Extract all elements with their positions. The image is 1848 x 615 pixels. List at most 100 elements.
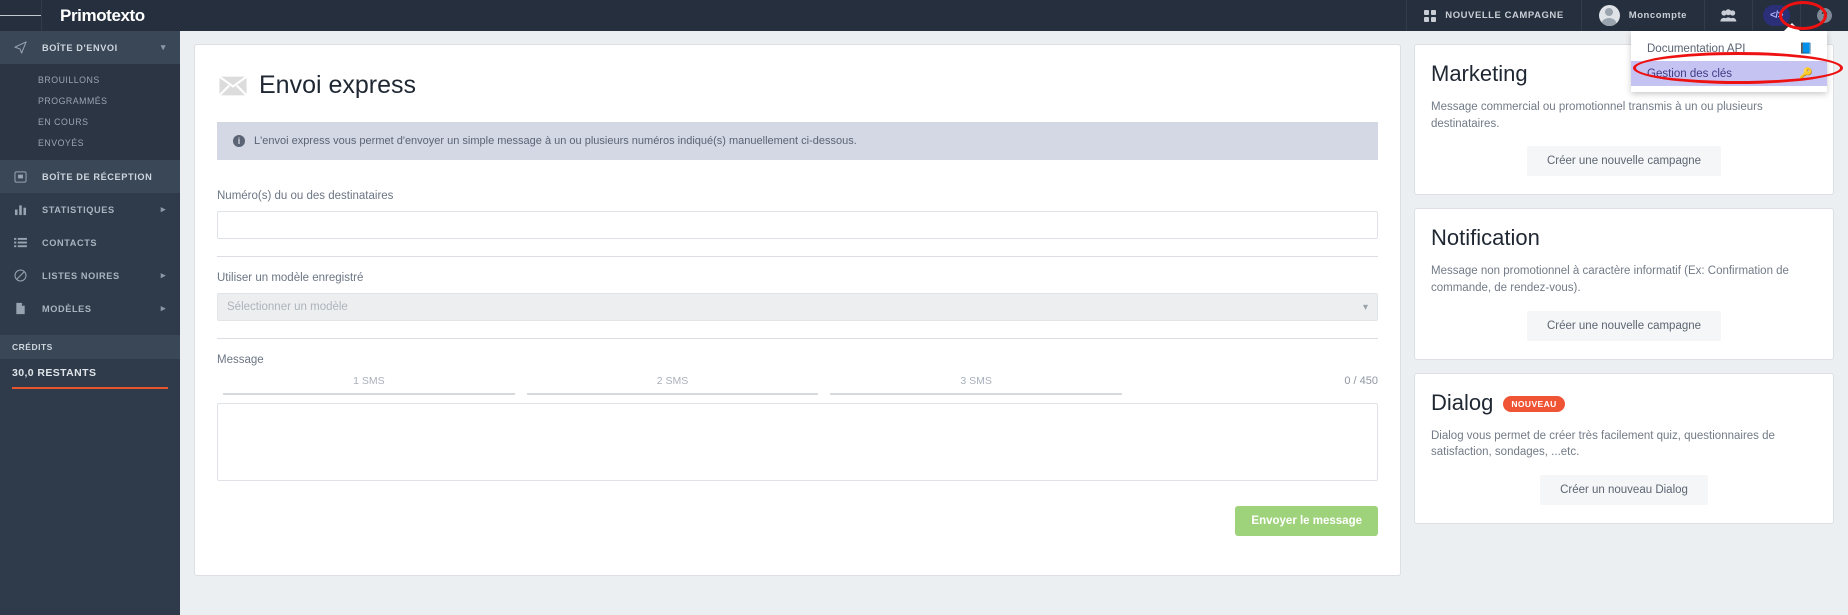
help-button[interactable]: ?	[1800, 0, 1848, 31]
marketing-card-description: Message commercial ou promotionnel trans…	[1431, 101, 1763, 130]
sidebar-item-boite-de-reception[interactable]: BOÎTE DE RÉCEPTION	[0, 160, 180, 193]
sms-segment-bar	[526, 393, 819, 395]
send-message-button[interactable]: Envoyer le message	[1235, 506, 1378, 536]
sms-segment-label: 3 SMS	[960, 375, 992, 387]
card-title-text: Marketing	[1431, 61, 1528, 86]
sidebar-item-listes-noires[interactable]: LISTES NOIRES ▸	[0, 259, 180, 292]
create-marketing-campaign-button[interactable]: Créer une nouvelle campagne	[1526, 146, 1722, 177]
sidebar-item-boite-denvoi[interactable]: BOÎTE D'ENVOI ▾	[0, 31, 180, 64]
divider	[217, 338, 1378, 339]
notification-card-title: Notification	[1431, 225, 1817, 251]
envelope-icon	[219, 75, 247, 96]
grid-icon	[1424, 9, 1437, 22]
sidebar-item-brouillons[interactable]: BROUILLONS	[0, 69, 180, 90]
create-notification-campaign-button[interactable]: Créer une nouvelle campagne	[1526, 310, 1722, 341]
dialog-card-title: Dialog NOUVEAU	[1431, 390, 1817, 416]
group-icon	[1720, 9, 1737, 22]
inbox-icon	[14, 170, 27, 183]
sidebar-item-contacts[interactable]: CONTACTS	[0, 226, 180, 259]
chevron-right-icon: ▸	[160, 270, 166, 280]
new-campaign-label: NOUVELLE CAMPAGNE	[1445, 10, 1564, 21]
book-icon: 📘	[1799, 43, 1813, 55]
create-dialog-button[interactable]: Créer un nouveau Dialog	[1540, 475, 1708, 506]
template-field-group: Utiliser un modèle enregistré Sélectionn…	[217, 272, 1378, 321]
marketing-card-actions: Créer une nouvelle campagne	[1431, 146, 1817, 177]
key-icon: 🔑	[1799, 68, 1813, 80]
contacts-icon[interactable]	[1704, 0, 1752, 31]
menu-item-label: Documentation API	[1647, 42, 1746, 55]
right-sidebar: Marketing Message commercial ou promotio…	[1414, 44, 1834, 602]
divider	[217, 256, 1378, 257]
sms-segment-meter: 1 SMS 2 SMS 3 SMS 0 / 450	[217, 375, 1378, 395]
hamburger-icon[interactable]	[0, 0, 42, 31]
top-bar: Primotexto NOUVELLE CAMPAGNE Moncompte <…	[0, 0, 1848, 31]
account-menu[interactable]: Moncompte	[1580, 0, 1704, 31]
sidebar-item-programmes[interactable]: PROGRAMMÉS	[0, 90, 180, 111]
sms-segment: 1 SMS	[217, 375, 521, 395]
notification-card: Notification Message non promotionnel à …	[1414, 208, 1834, 360]
message-textarea[interactable]	[217, 403, 1378, 481]
sidebar-item-envoyes[interactable]: ENVOYÉS	[0, 132, 180, 153]
notification-card-actions: Créer une nouvelle campagne	[1431, 310, 1817, 341]
dropdown-caret	[1783, 23, 1801, 32]
dialog-card: Dialog NOUVEAU Dialog vous permet de cré…	[1414, 372, 1834, 525]
send-row: Envoyer le message	[217, 506, 1378, 536]
template-select-value: Sélectionner un modèle	[227, 301, 348, 313]
credits-progress-bar	[12, 387, 168, 389]
sidebar: BOÎTE D'ENVOI ▾ BROUILLONS PROGRAMMÉS EN…	[0, 31, 180, 615]
account-label: Moncompte	[1628, 10, 1687, 21]
card-title-text: Notification	[1431, 225, 1540, 251]
page-title-text: Envoi express	[259, 71, 417, 99]
sidebar-item-label: BOÎTE DE RÉCEPTION	[42, 171, 153, 182]
recipients-field-group: Numéro(s) du ou des destinataires	[217, 190, 1378, 239]
send-icon	[14, 41, 27, 54]
template-label: Utiliser un modèle enregistré	[217, 272, 364, 284]
recipients-input[interactable]	[217, 211, 1378, 239]
sidebar-item-en-cours[interactable]: EN COURS	[0, 111, 180, 132]
chevron-down-icon: ▾	[1362, 301, 1368, 313]
dialog-card-description: Dialog vous permet de créer très facilem…	[1431, 429, 1775, 459]
sms-segment-bar	[830, 393, 1123, 395]
menu-item-gestion-des-cles[interactable]: Gestion des clés 🔑	[1631, 61, 1827, 86]
sidebar-item-statistiques[interactable]: STATISTIQUES ▸	[0, 193, 180, 226]
chevron-down-icon: ▾	[160, 42, 166, 52]
info-alert: i L'envoi express vous permet d'envoyer …	[217, 122, 1378, 160]
chart-icon	[14, 204, 27, 216]
chevron-right-icon: ▸	[160, 303, 166, 313]
info-alert-text: L'envoi express vous permet d'envoyer un…	[254, 135, 857, 147]
message-label: Message	[217, 354, 264, 366]
help-icon: ?	[1817, 8, 1832, 23]
main-content: Envoi express i L'envoi express vous per…	[180, 31, 1848, 615]
chevron-right-icon: ▸	[160, 204, 166, 214]
api-dropdown-menu: Documentation API 📘 Gestion des clés 🔑	[1631, 23, 1827, 92]
file-icon	[14, 302, 27, 315]
sms-segment: 3 SMS	[824, 375, 1128, 395]
template-select[interactable]: Sélectionner un modèle ▾	[217, 293, 1378, 321]
dialog-card-actions: Créer un nouveau Dialog	[1431, 475, 1817, 506]
sidebar-item-label: MODÈLES	[42, 303, 92, 314]
sidebar-item-label: PROGRAMMÉS	[38, 95, 108, 106]
sidebar-item-label: ENVOYÉS	[38, 137, 85, 148]
sidebar-item-label: STATISTIQUES	[42, 204, 115, 215]
brand-logo[interactable]: Primotexto	[42, 0, 163, 31]
sidebar-item-label: CONTACTS	[42, 237, 98, 248]
sms-segment-label: 1 SMS	[353, 375, 385, 387]
info-icon: i	[233, 135, 245, 147]
sms-segment-label: 2 SMS	[656, 375, 689, 387]
character-counter: 0 / 450	[1344, 375, 1379, 387]
avatar	[1598, 5, 1620, 26]
credits-header: CRÉDITS	[0, 335, 180, 359]
ban-icon	[14, 269, 27, 282]
envoi-express-panel: Envoi express i L'envoi express vous per…	[194, 44, 1401, 576]
sidebar-item-modeles[interactable]: MODÈLES ▸	[0, 292, 180, 325]
status-badge: NOUVEAU	[1503, 395, 1565, 412]
sidebar-item-label: BROUILLONS	[38, 74, 100, 85]
menu-item-documentation-api[interactable]: Documentation API 📘	[1631, 36, 1827, 61]
sms-segment-bar	[223, 393, 515, 395]
new-campaign-button[interactable]: NOUVELLE CAMPAGNE	[1406, 0, 1580, 31]
notification-card-description: Message non promotionnel à caractère inf…	[1431, 265, 1789, 295]
sidebar-item-label: BOÎTE D'ENVOI	[42, 42, 118, 53]
menu-item-label: Gestion des clés	[1647, 67, 1733, 80]
list-icon	[14, 237, 27, 248]
